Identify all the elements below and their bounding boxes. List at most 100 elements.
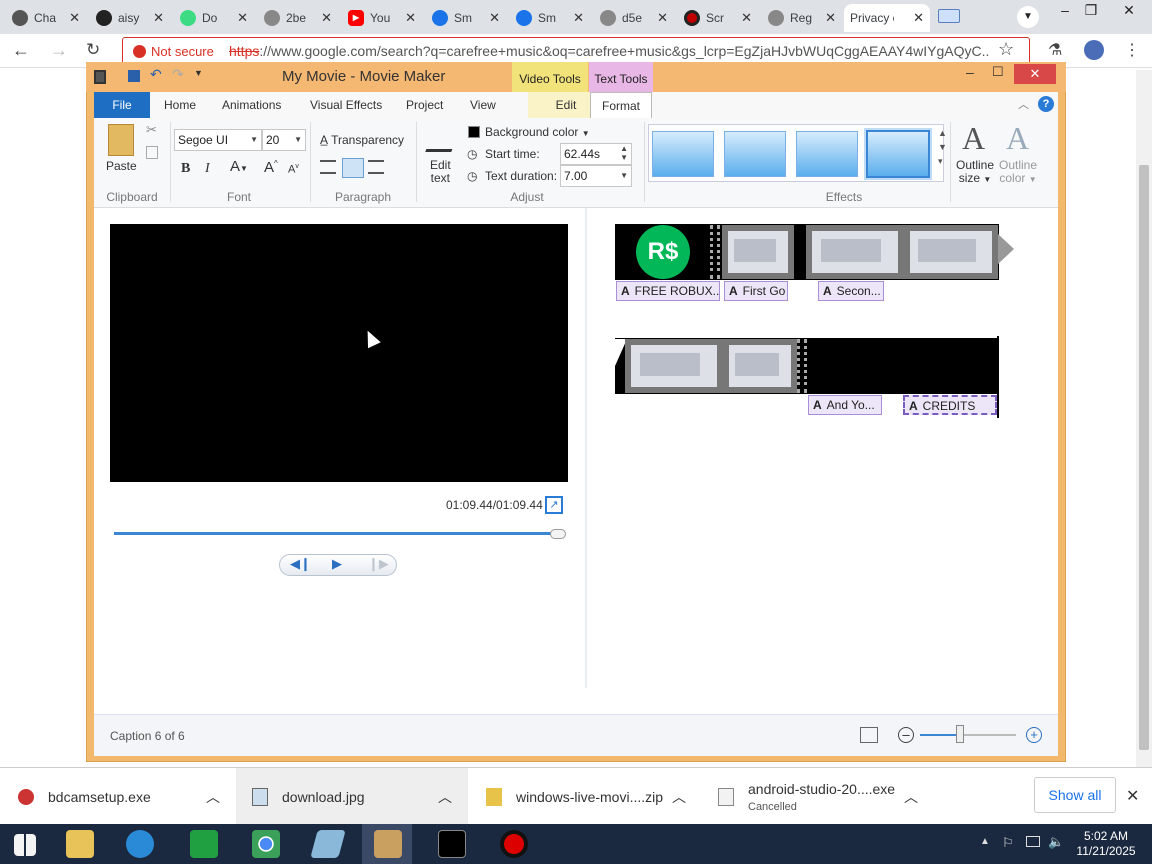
bold-button[interactable]: B xyxy=(181,161,190,177)
clip-thumbnail[interactable] xyxy=(723,339,797,393)
close-icon[interactable]: ✕ xyxy=(321,10,332,26)
text-duration-select[interactable]: 7.00 ▼ xyxy=(560,165,632,187)
mm-maximize-icon[interactable]: ☐ xyxy=(992,64,1004,80)
browser-tab[interactable]: d5e ✕ xyxy=(594,4,674,32)
close-icon[interactable]: ✕ xyxy=(69,10,80,26)
start-button[interactable] xyxy=(0,824,50,864)
browser-tab[interactable]: Do ✕ xyxy=(174,4,254,32)
browser-tab[interactable]: Reg ✕ xyxy=(762,4,842,32)
chevron-up-icon[interactable]: ︿ xyxy=(206,787,220,807)
edit-text-button[interactable]: Edit text xyxy=(430,159,451,185)
redo-icon[interactable]: ↷ xyxy=(172,66,184,83)
collapse-ribbon-icon[interactable]: ︿ xyxy=(1018,96,1029,112)
tab-home[interactable]: Home xyxy=(154,92,206,118)
page-scrollbar-thumb[interactable] xyxy=(1139,165,1149,750)
caption-clip[interactable]: A First Go xyxy=(724,281,788,301)
close-icon[interactable]: ✕ xyxy=(237,10,248,26)
pane-splitter[interactable] xyxy=(585,208,587,688)
chevron-up-icon[interactable]: ︿ xyxy=(904,787,918,807)
font-size-select[interactable]: 20 ▼ xyxy=(262,129,306,151)
show-hidden-icons[interactable]: ▲ xyxy=(980,836,990,847)
outline-color-icon[interactable]: A xyxy=(1006,120,1029,157)
qat-dropdown-icon[interactable]: ▼ xyxy=(194,68,203,78)
tab-animations[interactable]: Animations xyxy=(212,92,291,118)
chevron-up-icon[interactable]: ︿ xyxy=(438,787,452,807)
start-time-input[interactable]: 62.44s ▲ ▼ xyxy=(560,143,632,165)
new-tab-icon[interactable] xyxy=(938,9,960,23)
tab-visual-effects[interactable]: Visual Effects xyxy=(300,92,392,118)
bookmark-star-icon[interactable]: ☆ xyxy=(998,39,1014,60)
close-icon[interactable]: ✕ xyxy=(405,10,416,26)
reload-icon[interactable]: ↻ xyxy=(86,40,100,60)
close-downloads-icon[interactable]: ✕ xyxy=(1126,786,1139,806)
effect-fly-in-left[interactable] xyxy=(796,131,858,177)
italic-button[interactable]: I xyxy=(205,161,210,177)
profile-avatar[interactable] xyxy=(1084,40,1104,60)
gallery-scroll-icon[interactable]: ▲ ▼ ▾ xyxy=(938,126,947,168)
download-item[interactable]: download.jpg ︿ xyxy=(236,768,468,825)
spinner-icon[interactable]: ▲ ▼ xyxy=(620,144,628,162)
align-right-icon[interactable] xyxy=(368,160,384,174)
taskbar-movie-maker[interactable] xyxy=(362,824,412,864)
clip-thumbnail[interactable] xyxy=(625,339,723,393)
chevron-up-icon[interactable]: ︿ xyxy=(672,787,686,807)
background-color-button[interactable]: Background color ▼ xyxy=(485,125,590,139)
close-icon[interactable]: ✕ xyxy=(657,10,668,26)
outline-size-icon[interactable]: A xyxy=(962,120,985,157)
caption-clip[interactable]: A Secon... xyxy=(818,281,884,301)
tab-project[interactable]: Project xyxy=(396,92,453,118)
play-icon[interactable]: ▶ xyxy=(332,556,342,572)
taskbar-recorder[interactable] xyxy=(488,824,538,864)
caption-clip[interactable]: A And Yo... xyxy=(808,395,882,415)
browser-tab[interactable]: Sm ✕ xyxy=(510,4,590,32)
seek-handle[interactable] xyxy=(550,529,566,539)
browser-tab[interactable]: 2be ✕ xyxy=(258,4,338,32)
minimize-icon[interactable]: – xyxy=(1052,2,1078,24)
zoom-in-icon[interactable]: + xyxy=(1026,727,1042,743)
taskbar-cmd[interactable] xyxy=(426,824,476,864)
close-icon[interactable]: ✕ xyxy=(489,10,500,26)
restore-icon[interactable]: ❐ xyxy=(1078,2,1104,24)
forward-icon[interactable]: → xyxy=(50,40,68,61)
flag-icon[interactable]: ⚐ xyxy=(1002,835,1014,851)
fullscreen-icon[interactable]: ↗ xyxy=(545,496,563,514)
paste-button[interactable]: Paste xyxy=(106,159,137,173)
close-icon[interactable]: ✕ xyxy=(913,10,924,26)
effect-scroll-selected[interactable] xyxy=(866,130,930,178)
effect-fly-in-right[interactable] xyxy=(724,131,786,177)
previous-frame-icon[interactable]: ◀❙ xyxy=(290,556,311,572)
network-icon[interactable] xyxy=(1026,836,1040,847)
thumbnail-size-icon[interactable] xyxy=(860,727,878,743)
mm-minimize-icon[interactable]: – xyxy=(966,64,974,80)
font-family-select[interactable]: Segoe UI ▼ xyxy=(174,129,262,151)
grow-font-icon[interactable]: A^ xyxy=(264,159,278,176)
taskbar-internet-explorer[interactable] xyxy=(114,824,164,864)
zoom-out-icon[interactable]: – xyxy=(898,727,914,743)
transparency-button[interactable]: A̲ Transparency xyxy=(320,133,404,147)
show-all-button[interactable]: Show all xyxy=(1034,777,1116,813)
undo-icon[interactable]: ↶ xyxy=(150,66,162,83)
back-icon[interactable]: ← xyxy=(12,40,30,61)
labs-flask-icon[interactable]: ⚗ xyxy=(1048,40,1062,60)
save-icon[interactable] xyxy=(128,70,140,82)
not-secure-badge[interactable]: Not secure xyxy=(123,44,223,59)
next-frame-icon[interactable]: ❙▶ xyxy=(368,556,389,572)
close-icon[interactable]: ✕ xyxy=(573,10,584,26)
address-bar[interactable]: Not secure https://www.google.com/search… xyxy=(122,37,1030,65)
system-clock[interactable]: 5:02 AM 11/21/2025 xyxy=(1074,829,1138,859)
edit-text-icon[interactable] xyxy=(425,126,461,152)
close-icon[interactable]: ✕ xyxy=(153,10,164,26)
video-preview[interactable] xyxy=(110,224,568,482)
browser-tab[interactable]: Scr ✕ xyxy=(678,4,758,32)
cut-icon[interactable]: ✂ xyxy=(146,122,157,138)
menu-icon[interactable]: ⋮ xyxy=(1124,40,1140,60)
download-item[interactable]: windows-live-movi....zip ︿ xyxy=(486,768,704,825)
taskbar-app[interactable] xyxy=(302,824,352,864)
clip-thumbnail[interactable] xyxy=(904,225,998,279)
align-left-icon[interactable] xyxy=(320,160,336,174)
volume-muted-icon[interactable]: 🔈 xyxy=(1048,834,1064,850)
caption-clip[interactable]: A FREE ROBUX... xyxy=(616,281,720,301)
outline-size-button[interactable]: Outline size ▼ xyxy=(956,159,994,186)
clip-thumbnail[interactable] xyxy=(722,225,794,279)
clip-thumbnail[interactable] xyxy=(806,225,904,279)
